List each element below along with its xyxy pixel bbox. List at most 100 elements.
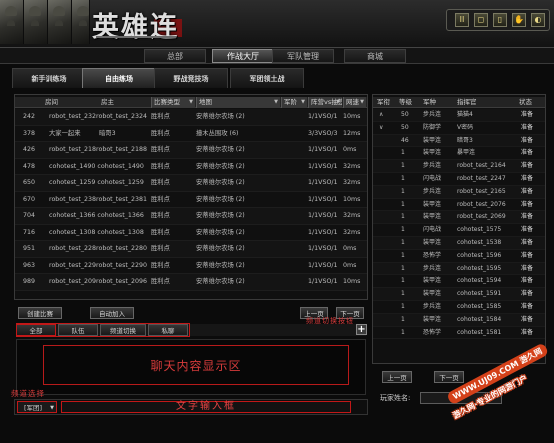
- player-row[interactable]: 1 步兵连 cohotest_1585 准备: [373, 301, 545, 314]
- nav-hq[interactable]: 总部: [144, 49, 206, 63]
- room-id-cell: 989: [23, 278, 36, 285]
- room-row[interactable]: 426 robot_test_218robot_test_2188 胜利点 安蒂维尔农…: [15, 142, 367, 159]
- host-cell: cohotest_1308 cohotest_1308: [49, 228, 144, 236]
- commander-cell: 暗哥3: [457, 136, 473, 144]
- player-prev-page-button[interactable]: 上一页: [382, 371, 412, 383]
- status-cell: 准备: [521, 328, 534, 336]
- player-row[interactable]: ∧ 50 步兵连 猫猫4 准备: [373, 109, 545, 122]
- player-level-cell: 50: [401, 111, 409, 118]
- nav-army-management[interactable]: 军队管理: [272, 49, 334, 63]
- player-rank-cell: [379, 224, 395, 236]
- player-branch-cell: 装甲连: [423, 149, 442, 157]
- tab-field-arena[interactable]: 野战竞技场: [154, 68, 228, 88]
- map-cell: 安蒂维尔农场 (2): [196, 212, 245, 219]
- rank-cell: [281, 175, 307, 191]
- col-room[interactable]: 房间: [45, 97, 85, 108]
- col-map[interactable]: 地图: [196, 97, 280, 108]
- player-row[interactable]: 1 装甲连 暴甲连 准备: [373, 147, 545, 161]
- player-row[interactable]: 46 装甲连 暗哥3 准备: [373, 134, 545, 148]
- chat-tab-private[interactable]: 私聊: [148, 324, 188, 336]
- room-row[interactable]: 989 robot_test_209robot_test_2096 胜利点 安蒂维尔农…: [15, 274, 367, 291]
- commander-cell: cohotest_1584: [457, 315, 502, 323]
- tab-free-practice[interactable]: 自由练场: [82, 68, 156, 88]
- room-id-cell: 716: [23, 228, 36, 236]
- player-next-page-button[interactable]: 下一页: [434, 371, 464, 383]
- player-row[interactable]: 1 装甲连 cohotest_1594 准备: [373, 275, 545, 289]
- switch-note: 频道切换按钮: [306, 317, 354, 325]
- hand-icon[interactable]: ✋: [512, 13, 526, 27]
- room-row[interactable]: 716 cohotest_1308 cohotest_1308 胜利点 安蒂维尔农场 …: [15, 225, 367, 241]
- chat-text-input[interactable]: 文字输入框: [61, 401, 351, 413]
- chat-tab-team[interactable]: 队伍: [58, 324, 98, 336]
- player-level-cell: 1: [401, 238, 405, 246]
- tab-novice[interactable]: 新手训练场: [12, 68, 86, 88]
- tab-legion-war[interactable]: 军团领土战: [230, 68, 304, 88]
- player-rank-cell: [379, 135, 395, 147]
- player-rank-cell: ∧: [379, 111, 384, 118]
- player-row[interactable]: 1 装甲连 cohotest_1538 准备: [373, 236, 545, 250]
- col-rank[interactable]: 军阶: [281, 97, 307, 108]
- add-channel-icon[interactable]: +: [356, 324, 367, 335]
- col-ping[interactable]: 网速: [343, 97, 366, 108]
- room-row[interactable]: 242 robot_test_232robot_test_2324 胜利点 安蒂维尔农…: [15, 109, 367, 126]
- chat-tab-all[interactable]: 全部: [16, 324, 56, 336]
- player-rank-cell: [379, 314, 395, 326]
- col-host[interactable]: 房主: [101, 97, 141, 108]
- player-row[interactable]: 1 恐怖学 cohotest_1581 准备: [373, 327, 545, 340]
- room-row[interactable]: 963 robot_test_229robot_test_2290 胜利点 安蒂维尔农…: [15, 258, 367, 274]
- player-rank-cell: [379, 173, 395, 185]
- player-branch-cell: 步兵连: [423, 187, 442, 195]
- auto-join-button[interactable]: 自动加入: [90, 307, 134, 319]
- col-match-type[interactable]: 比赛类型: [151, 97, 195, 108]
- player-name-input[interactable]: [420, 392, 502, 404]
- player-row[interactable]: 1 装甲连 cohotest_1584 准备: [373, 313, 545, 327]
- chat-tab-switch[interactable]: 频道切换: [100, 324, 146, 336]
- status-cell: 准备: [521, 238, 534, 246]
- commander-cell: cohotest_1575: [457, 226, 502, 234]
- player-row[interactable]: 1 步兵连 cohotest_1595 准备: [373, 262, 545, 276]
- panel-icon[interactable]: ▯: [493, 13, 507, 27]
- player-row[interactable]: 1 装甲连 robot_test_2069 准备: [373, 211, 545, 225]
- col-faction[interactable]: 阵营vs抽签: [308, 97, 342, 108]
- room-row[interactable]: 670 robot_test_238robot_test_2381 胜利点 安蒂维尔农…: [15, 192, 367, 208]
- player-row[interactable]: 1 恐怖学 cohotest_1596 准备: [373, 250, 545, 263]
- room-row[interactable]: 704 cohotest_1366 cohotest_1366 胜利点 安蒂维尔农场 …: [15, 208, 367, 225]
- pause-icon[interactable]: II: [455, 13, 469, 27]
- nav-store[interactable]: 商城: [344, 49, 406, 63]
- rank-cell: [281, 241, 307, 257]
- player-row[interactable]: ∨ 50 防御学 V密码 准备: [373, 122, 545, 135]
- player-row[interactable]: 1 装甲连 robot_test_2076 准备: [373, 199, 545, 212]
- col-level: 等级: [399, 98, 412, 106]
- status-cell: 准备: [521, 315, 534, 323]
- commander-cell: cohotest_1594: [457, 277, 502, 285]
- ping-cell: 10ms: [343, 113, 361, 120]
- player-list-panel: 军衔 等级 军种 指挥官 状态 ∧ 50 步兵连 猫猫4 准备 ∨ 50 防御学 V密码 准备 46…: [372, 94, 546, 364]
- mode-tabs: 新手训练场 自由练场 野战竞技场 军团领土战: [8, 68, 546, 90]
- match-type-cell: 胜利点: [151, 129, 170, 137]
- window-icon[interactable]: ◻: [474, 13, 488, 27]
- nav-battle-hall[interactable]: 作战大厅: [212, 49, 274, 63]
- channel-select[interactable]: [军团]: [17, 401, 57, 414]
- player-level-cell: 1: [401, 264, 405, 272]
- ping-cell: 10ms: [343, 278, 361, 285]
- room-id-cell: 478: [23, 162, 36, 170]
- player-row[interactable]: 1 闪电战 robot_test_2247 准备: [373, 173, 545, 186]
- room-row[interactable]: 378 大家一起来 暗哥3 胜利点 撞木丛围攻 (6) 3/3VSO/3 12ms: [15, 126, 367, 142]
- player-row[interactable]: 1 步兵连 robot_test_2165 准备: [373, 185, 545, 199]
- status-cell: 准备: [521, 149, 534, 157]
- map-cell: 安蒂维尔农场 (2): [196, 195, 245, 203]
- status-cell: 准备: [521, 187, 534, 195]
- player-row[interactable]: 1 闪电战 cohotest_1575 准备: [373, 224, 545, 237]
- room-row[interactable]: 951 robot_test_228robot_test_2280 胜利点 安蒂维尔农…: [15, 241, 367, 258]
- room-row[interactable]: 650 cohotest_1259 cohotest_1259 胜利点 安蒂维尔农场 …: [15, 175, 367, 192]
- map-cell: 安蒂维尔农场 (2): [196, 179, 245, 186]
- player-row[interactable]: 1 装甲连 cohotest_1591 准备: [373, 288, 545, 301]
- header-divider: [96, 36, 176, 38]
- status-cell: 准备: [521, 277, 534, 285]
- player-row[interactable]: 1 步兵连 robot_test_2164 准备: [373, 160, 545, 173]
- room-row[interactable]: 478 cohotest_1490 cohotest_1490 胜利点 安蒂维尔农场 …: [15, 159, 367, 175]
- create-match-button[interactable]: 创建比赛: [18, 307, 62, 319]
- faction-cell: 1/1VSO/1: [308, 261, 338, 269]
- player-name-row: 玩家姓名:: [374, 390, 546, 406]
- settings-icon[interactable]: ◐: [531, 13, 545, 27]
